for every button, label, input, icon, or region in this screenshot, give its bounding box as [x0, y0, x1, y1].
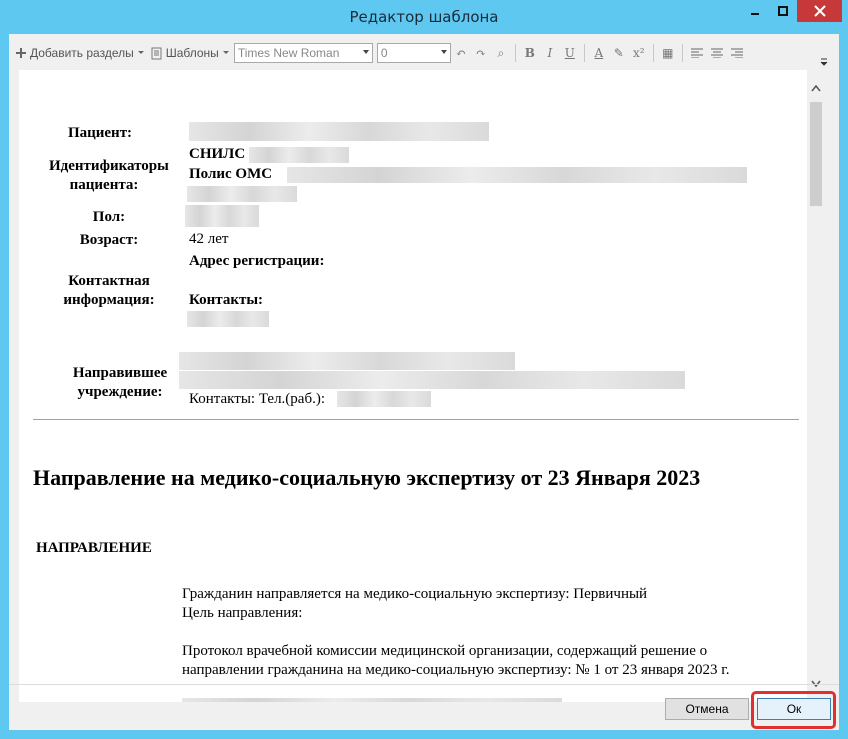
undo-icon[interactable]: ↶ [451, 43, 471, 63]
doc-line-cut-redacted [182, 698, 562, 702]
maximize-button[interactable] [769, 0, 796, 22]
chevron-down-icon [137, 51, 144, 54]
institution-redacted [179, 352, 515, 370]
age-value: 42 лет [189, 231, 229, 247]
template-editor-window: Редактор шаблона Добавить разделы Шаблон… [0, 0, 848, 739]
separator [583, 44, 585, 62]
snils-redacted [249, 147, 349, 163]
contacts-label: Контакты: [189, 292, 264, 308]
font-size-value: 0 [380, 46, 388, 60]
font-color-icon[interactable]: A [589, 43, 609, 63]
align-center-icon[interactable] [707, 43, 727, 63]
chevron-down-icon [222, 51, 229, 54]
oms-redacted [287, 167, 747, 183]
scroll-up-icon[interactable] [811, 84, 821, 92]
editor-content: Добавить разделы Шаблоны Times New Roman… [9, 34, 839, 730]
align-right-icon[interactable] [727, 43, 747, 63]
font-size-select[interactable]: 0 [376, 43, 451, 63]
title-bar[interactable]: Редактор шаблона [0, 0, 848, 34]
phone-redacted [337, 391, 431, 407]
underline-icon[interactable]: U [560, 43, 580, 63]
toolbar: Добавить разделы Шаблоны Times New Roman… [9, 38, 839, 68]
oms-label: Полис ОМС [189, 166, 273, 182]
separator [652, 44, 654, 62]
referring-institution-label: Направившее учреждение: [72, 365, 168, 400]
maximize-icon [777, 6, 788, 16]
plus-icon [16, 48, 26, 58]
doc-line-4: направлении гражданина на медико-социаль… [182, 662, 730, 678]
patient-label: Пациент: [67, 125, 133, 141]
divider [33, 419, 799, 420]
add-sections-button[interactable]: Добавить разделы [15, 46, 145, 60]
sex-redacted [185, 205, 259, 227]
highlight-icon[interactable]: ✎ [609, 43, 629, 63]
minimize-icon [750, 13, 759, 15]
font-family-select[interactable]: Times New Roman [233, 43, 373, 63]
contacts-redacted [187, 311, 269, 327]
document-icon [151, 47, 162, 59]
address-label: Адрес регистрации: [189, 253, 325, 269]
doc-line-1: Гражданин направляется на медико-социаль… [182, 586, 648, 602]
separator [514, 44, 516, 62]
contact-info-label: Контактная информация: [63, 273, 155, 308]
footer-divider [9, 684, 839, 685]
vertical-scrollbar[interactable] [807, 70, 825, 702]
font-family-value: Times New Roman [237, 46, 340, 60]
cancel-button[interactable]: Отмена [665, 698, 749, 720]
insert-table-icon[interactable]: ▦ [658, 43, 678, 63]
templates-button[interactable]: Шаблоны [151, 46, 230, 60]
separator [681, 44, 683, 62]
patient-ids-label: Идентификаторы пациента: [49, 158, 169, 193]
find-icon[interactable]: ⌕ [491, 43, 511, 63]
superscript-icon[interactable]: x² [629, 43, 649, 63]
templates-label: Шаблоны [165, 46, 219, 60]
ok-button-highlight [751, 691, 836, 729]
oms-extra-redacted [187, 186, 297, 202]
institution-address-redacted [179, 371, 685, 389]
document-area[interactable]: Пациент: Идентификаторы пациента: СНИЛС … [19, 70, 807, 702]
redo-icon[interactable]: ↷ [471, 43, 491, 63]
patient-name-redacted [189, 122, 489, 141]
align-left-icon[interactable] [687, 43, 707, 63]
italic-icon[interactable]: I [540, 43, 560, 63]
close-button[interactable] [797, 0, 842, 22]
sex-label: Пол: [92, 209, 126, 225]
doc-line-2: Цель направления: [182, 605, 303, 621]
scrollbar-thumb[interactable] [810, 102, 822, 206]
document-heading: Направление на медико-социальную эксперт… [33, 465, 701, 490]
minimize-button[interactable] [741, 0, 768, 22]
section-title: НАПРАВЛЕНИЕ [36, 540, 152, 556]
doc-line-3: Протокол врачебной комиссии медицинской … [182, 643, 708, 659]
bold-icon[interactable]: B [520, 43, 540, 63]
contacts-phone-label: Контакты: Тел.(раб.): [189, 391, 326, 407]
age-label: Возраст: [79, 232, 139, 248]
close-icon [813, 5, 826, 17]
add-sections-label: Добавить разделы [30, 46, 134, 60]
toolbar-overflow-icon[interactable] [819, 54, 829, 66]
window-title: Редактор шаблона [349, 8, 499, 26]
snils-label: СНИЛС [189, 146, 246, 162]
